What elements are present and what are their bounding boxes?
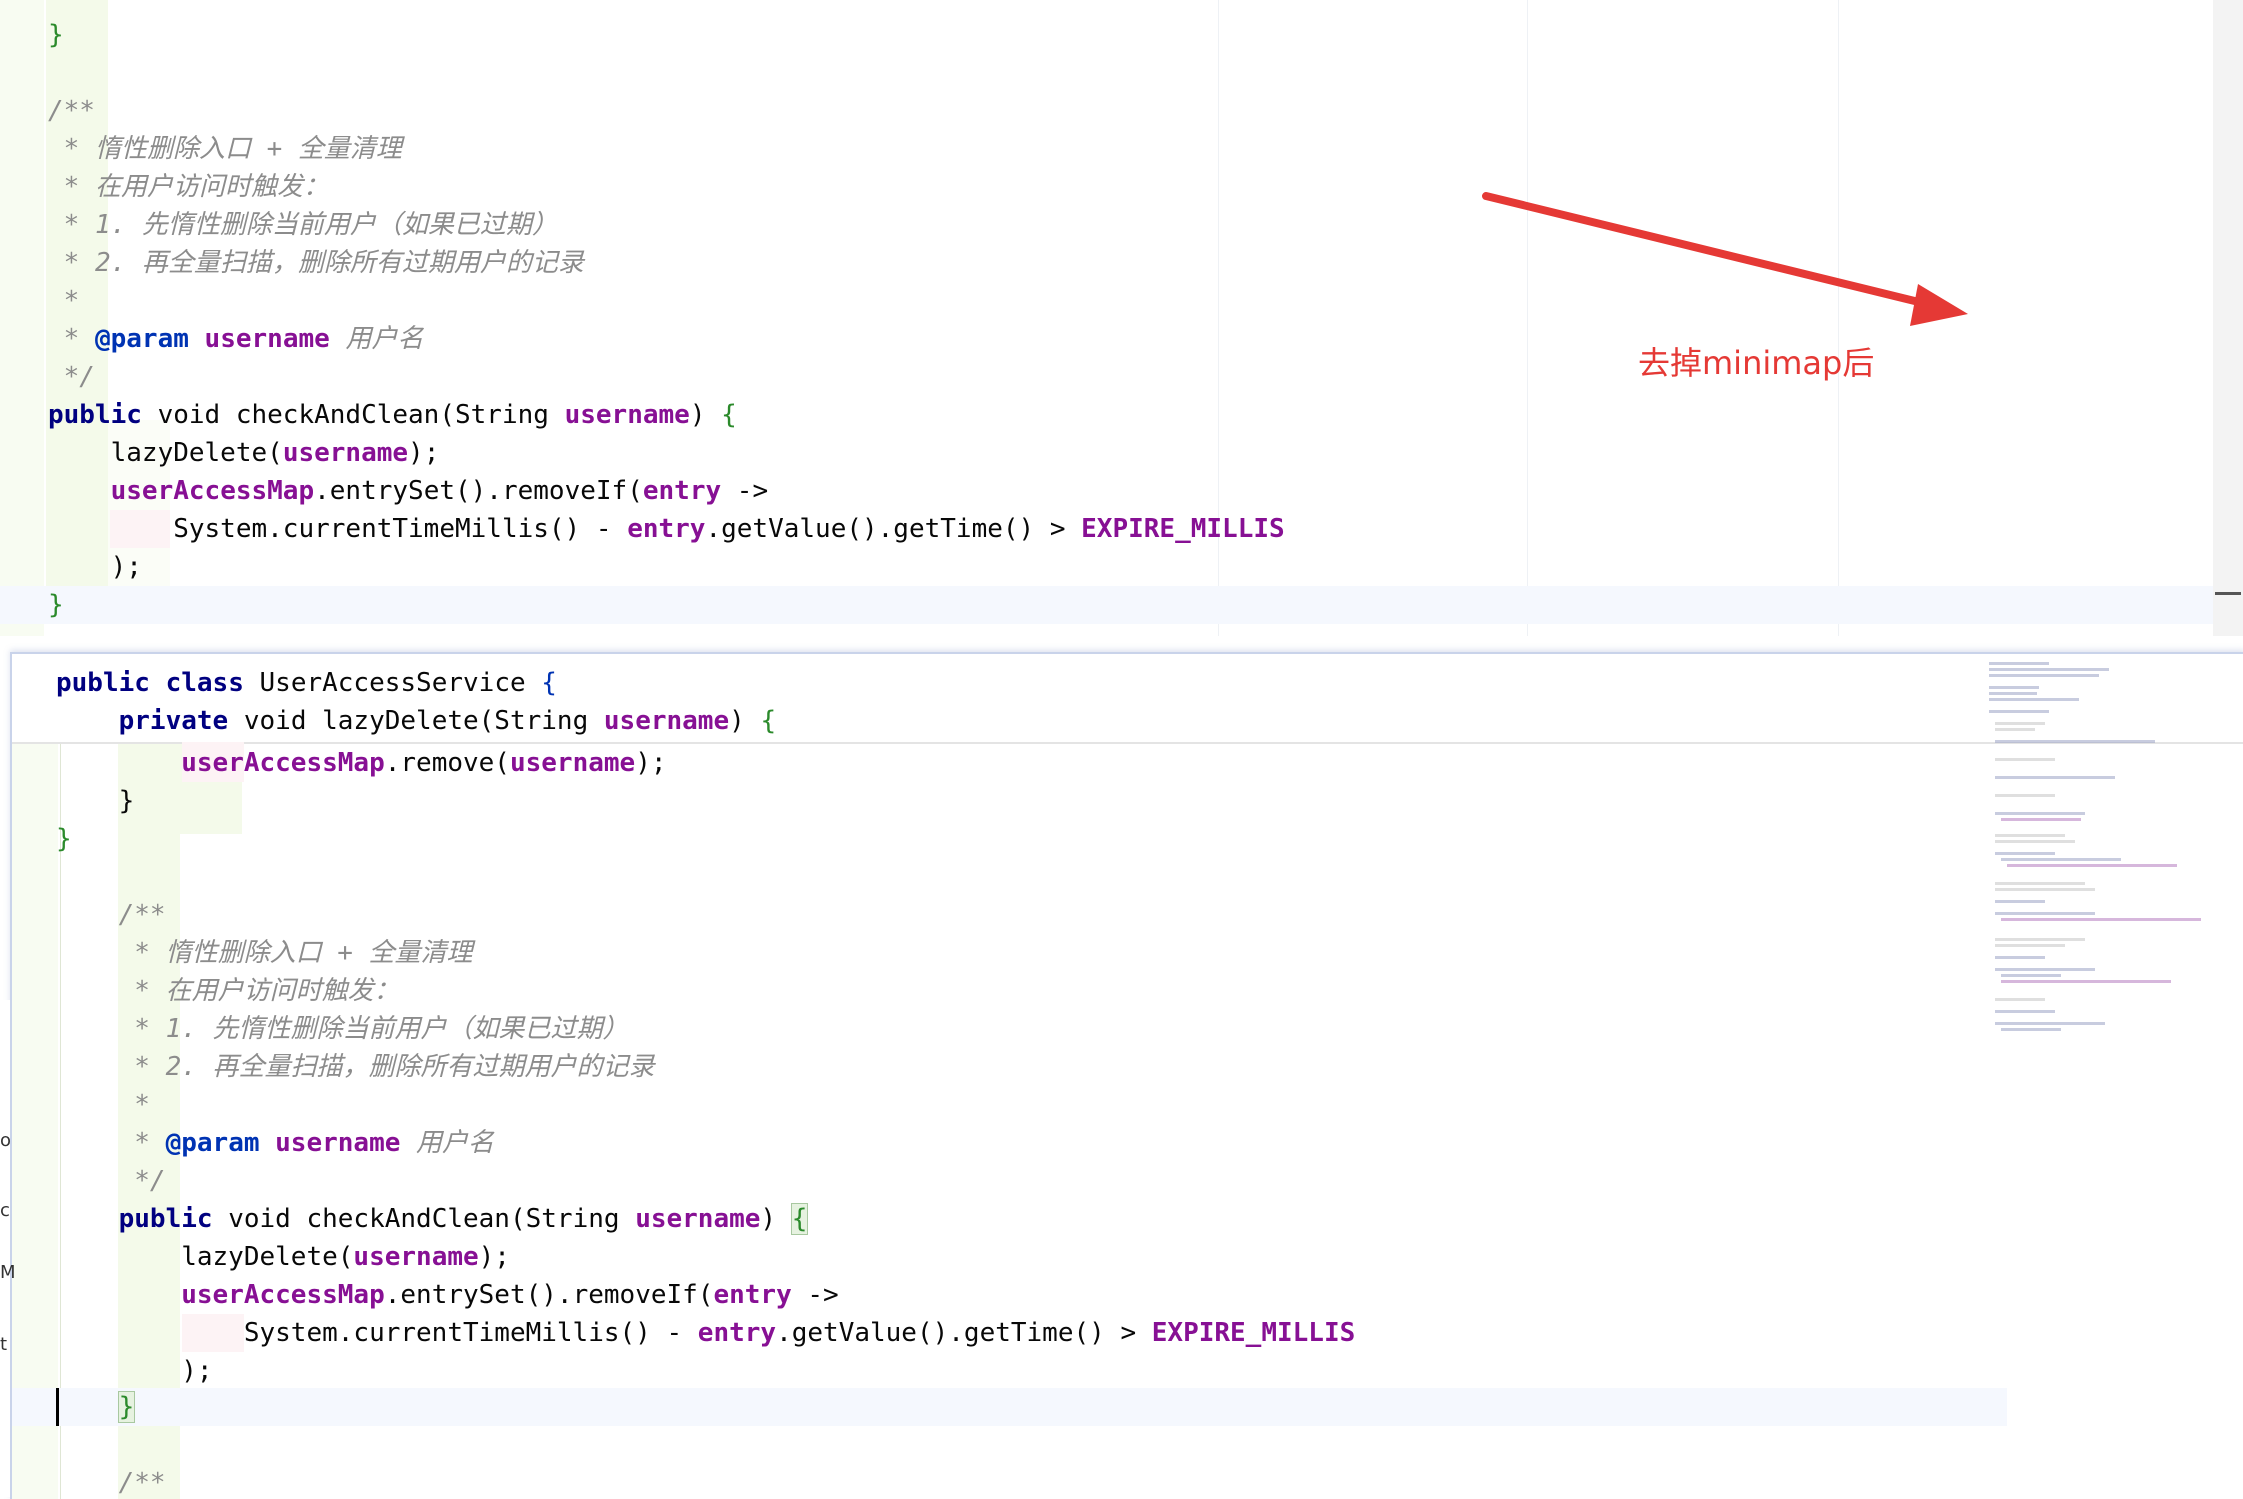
code-line[interactable]: } — [48, 16, 64, 54]
code-line[interactable]: System.currentTimeMillis() - entry.getVa… — [56, 1314, 1355, 1352]
code-line[interactable]: lazyDelete(username); — [56, 1238, 510, 1276]
code-line[interactable]: * 2. 再全量扫描，删除所有过期用户的记录 — [56, 1048, 654, 1086]
code-line[interactable]: * @param username 用户名 — [56, 1124, 494, 1162]
code-line[interactable]: } — [48, 586, 64, 624]
code-line[interactable]: System.currentTimeMillis() - entry.getVa… — [48, 510, 1284, 548]
fold-gutter — [0, 0, 44, 636]
top-editor-pane[interactable]: } /** * 惰性删除入口 + 全量清理 * 在用户访问时触发： * 1. 先… — [0, 0, 2243, 636]
code-line[interactable]: } — [56, 1388, 136, 1426]
sticky-line[interactable]: public class UserAccessService { — [56, 664, 557, 702]
edge-glyph: M — [0, 1262, 16, 1283]
code-line[interactable]: * 在用户访问时触发： — [48, 168, 329, 206]
code-line[interactable]: * 在用户访问时触发： — [56, 972, 399, 1010]
code-line[interactable]: } — [56, 820, 72, 858]
current-line-highlight — [12, 1388, 2007, 1426]
vertical-scrollbar[interactable] — [2213, 0, 2243, 636]
annotation-label: 去掉minimap后 — [1638, 344, 1875, 382]
code-line[interactable]: * 1. 先惰性删除当前用户（如果已过期） — [48, 206, 558, 244]
code-line[interactable]: */ — [56, 1162, 165, 1200]
right-margin-guide — [1527, 0, 1528, 636]
scroll-marker — [2215, 592, 2241, 595]
bottom-editor-pane[interactable]: public class UserAccessService { private… — [10, 652, 2243, 1499]
sticky-line[interactable]: private void lazyDelete(String username)… — [56, 702, 776, 740]
current-line-highlight — [0, 586, 2243, 624]
code-line[interactable]: ); — [48, 548, 142, 586]
code-line[interactable]: } — [56, 782, 135, 820]
code-line[interactable]: userAccessMap.remove(username); — [56, 744, 666, 782]
edge-glyph: o — [0, 1130, 12, 1151]
code-line[interactable]: public void checkAndClean(String usernam… — [48, 396, 737, 434]
code-line[interactable]: userAccessMap.entrySet().removeIf(entry … — [48, 472, 768, 510]
text-caret — [56, 1388, 59, 1426]
code-line[interactable]: */ — [48, 358, 95, 396]
code-line[interactable]: * 2. 再全量扫描，删除所有过期用户的记录 — [48, 244, 584, 282]
code-line[interactable]: * — [56, 1086, 150, 1124]
sticky-scroll-header[interactable]: public class UserAccessService { private… — [12, 654, 2243, 744]
code-line[interactable]: * 惰性删除入口 + 全量清理 — [56, 934, 472, 972]
code-line[interactable]: /** — [48, 92, 95, 130]
background-window-edge: o c M t — [0, 1000, 16, 1497]
code-line[interactable]: * 1. 先惰性删除当前用户（如果已过期） — [56, 1010, 628, 1048]
code-line[interactable]: /** — [56, 896, 166, 934]
code-line[interactable]: userAccessMap.entrySet().removeIf(entry … — [56, 1276, 838, 1314]
minimap[interactable] — [1985, 662, 2215, 1052]
code-line[interactable]: ); — [56, 1352, 212, 1390]
code-line[interactable]: public void checkAndClean(String usernam… — [56, 1200, 809, 1238]
fold-gutter — [12, 654, 58, 1499]
code-line[interactable]: lazyDelete(username); — [48, 434, 440, 472]
code-line[interactable]: * — [48, 282, 80, 320]
edge-glyph: t — [0, 1334, 8, 1355]
code-line[interactable]: * 惰性删除入口 + 全量清理 — [48, 130, 402, 168]
right-margin-guide — [1838, 0, 1839, 636]
edge-glyph: c — [0, 1200, 10, 1221]
code-line[interactable]: /** — [56, 1464, 166, 1499]
code-line[interactable]: * @param username 用户名 — [48, 320, 424, 358]
